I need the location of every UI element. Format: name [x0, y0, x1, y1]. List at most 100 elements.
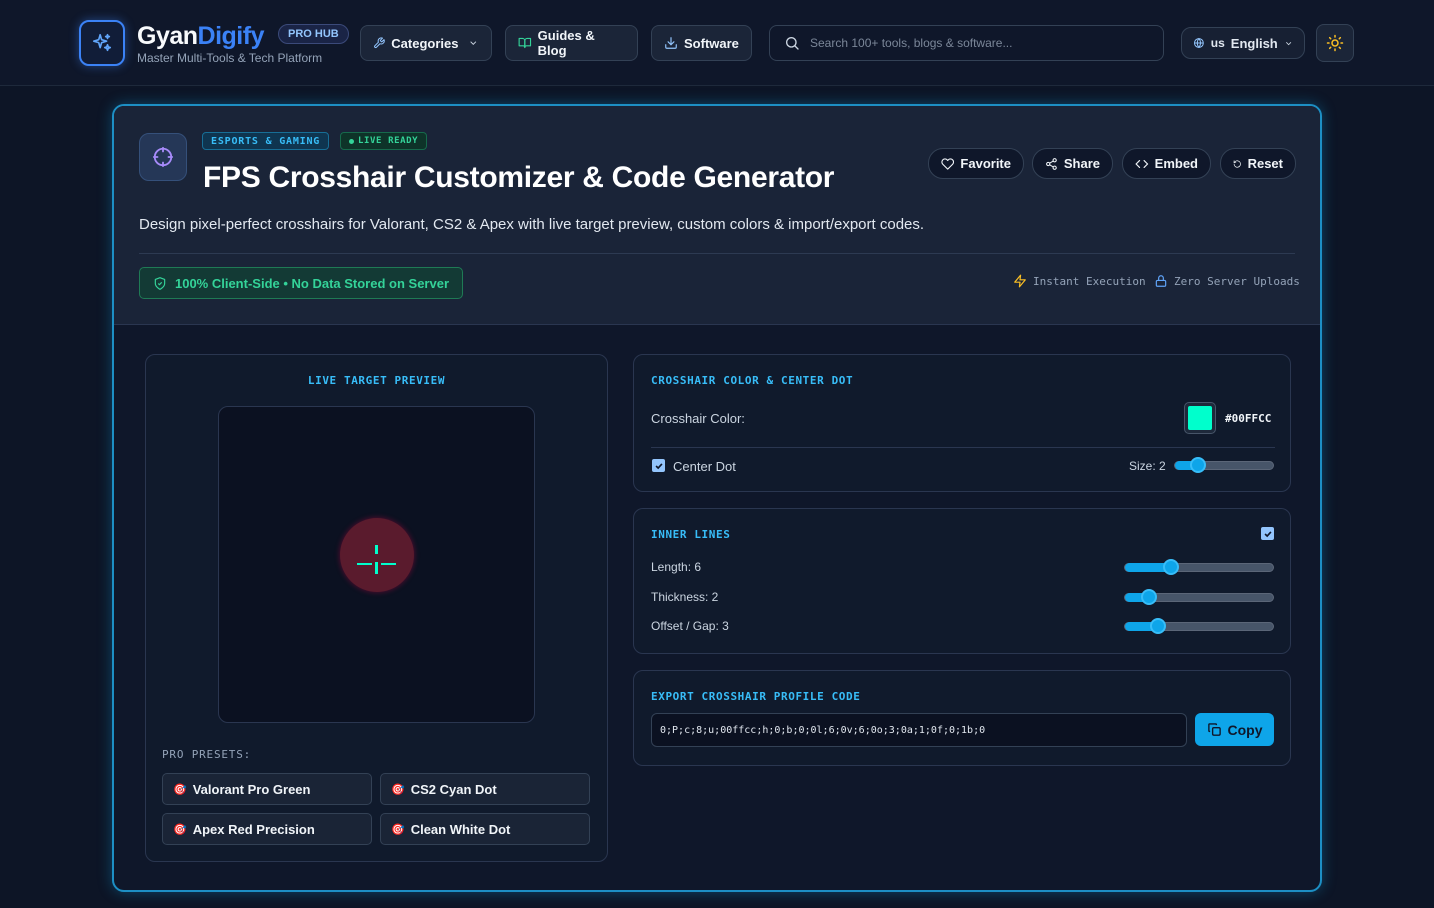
- preset-label: Clean White Dot: [410, 821, 511, 837]
- color-picker[interactable]: [1184, 402, 1216, 434]
- export-section-label: EXPORT CROSSHAIR PROFILE CODE: [651, 690, 861, 703]
- software-link[interactable]: Software: [651, 25, 752, 61]
- brand-tagline: Master Multi-Tools & Tech Platform: [137, 51, 323, 65]
- shield-check-icon: [154, 276, 166, 290]
- crosshair-center-dot: [375, 562, 378, 565]
- instant-execution-label: Instant Execution: [1033, 274, 1146, 288]
- client-side-badge: 100% Client-Side • No Data Stored on Ser…: [139, 267, 463, 299]
- rotate-ccw-icon: [1233, 159, 1241, 168]
- search-bar[interactable]: [769, 25, 1164, 61]
- share-button[interactable]: Share: [1032, 148, 1113, 179]
- slider-thumb[interactable]: [1190, 457, 1206, 473]
- offset-gap-slider[interactable]: [1124, 618, 1274, 634]
- guides-label: Guides & Blog: [537, 28, 595, 58]
- dot-size-slider[interactable]: [1174, 457, 1274, 473]
- preset-button[interactable]: 🎯 Apex Red Precision: [162, 813, 372, 845]
- theme-toggle-button[interactable]: [1316, 24, 1354, 62]
- sun-icon: [1326, 34, 1344, 52]
- search-icon: [786, 37, 799, 50]
- category-badge: ESPORTS & GAMING: [202, 132, 330, 150]
- logo[interactable]: [79, 20, 125, 66]
- download-icon: [665, 37, 677, 49]
- preview-section-label: LIVE TARGET PREVIEW: [307, 374, 446, 387]
- target-icon: 🎯: [391, 823, 405, 836]
- check-icon: [1263, 530, 1272, 537]
- color-hex-value: #00FFCC: [1225, 412, 1272, 425]
- live-ready-badge: LIVE READY: [340, 132, 428, 150]
- sparkles-icon: [92, 33, 112, 52]
- client-side-label: 100% Client-Side • No Data Stored on Ser…: [174, 275, 449, 291]
- crosshair-line-left: [357, 563, 372, 565]
- guides-blog-link[interactable]: Guides & Blog: [505, 25, 638, 61]
- slider-thumb[interactable]: [1163, 559, 1179, 575]
- crosshair-line-right: [381, 563, 396, 565]
- color-panel: CROSSHAIR COLOR & CENTER DOT Crosshair C…: [633, 354, 1291, 492]
- brand-name-part-2: Digify: [197, 22, 265, 50]
- copy-button[interactable]: Copy: [1195, 713, 1274, 746]
- language-selector[interactable]: us English: [1181, 27, 1305, 59]
- zap-icon: [1014, 274, 1026, 288]
- live-ready-label: LIVE READY: [358, 135, 419, 146]
- color-swatch: [1188, 406, 1212, 430]
- length-slider[interactable]: [1124, 559, 1274, 575]
- slider-thumb[interactable]: [1141, 589, 1157, 605]
- inner-lines-toggle-checkbox[interactable]: [1261, 527, 1274, 540]
- share-icon: [1046, 157, 1057, 170]
- code-icon: [1135, 159, 1149, 168]
- embed-label: Embed: [1154, 156, 1198, 171]
- center-dot-checkbox[interactable]: [652, 459, 665, 472]
- zero-uploads-meta: Zero Server Uploads: [1154, 274, 1300, 288]
- inner-lines-section-label: INNER LINES: [651, 528, 731, 541]
- thickness-slider[interactable]: [1124, 589, 1274, 605]
- target-icon: 🎯: [391, 783, 405, 796]
- book-icon: [518, 37, 532, 49]
- presets-label: PRO PRESETS:: [162, 748, 252, 761]
- target-dummy: [340, 518, 414, 592]
- crosshair-icon: [152, 146, 174, 168]
- target-preview-canvas: [218, 406, 535, 723]
- categories-label: Categories: [391, 35, 459, 51]
- color-section-label: CROSSHAIR COLOR & CENTER DOT: [651, 374, 854, 387]
- brand-name-part-1: Gyan: [137, 22, 198, 50]
- reset-button[interactable]: Reset: [1220, 148, 1296, 179]
- export-code-field[interactable]: 0;P;c;8;u;00ffcc;h;0;b;0;0l;6;0v;6;0o;3;…: [651, 713, 1187, 747]
- export-panel: EXPORT CROSSHAIR PROFILE CODE 0;P;c;8;u;…: [633, 670, 1291, 766]
- zero-uploads-label: Zero Server Uploads: [1174, 274, 1300, 288]
- embed-button[interactable]: Embed: [1122, 148, 1211, 179]
- slider-thumb[interactable]: [1150, 618, 1166, 634]
- target-icon: 🎯: [173, 823, 187, 836]
- globe-icon: [1193, 37, 1204, 49]
- categories-dropdown[interactable]: Categories: [360, 25, 492, 61]
- target-icon: 🎯: [173, 783, 187, 796]
- check-icon: [654, 462, 663, 469]
- pro-hub-badge: PRO HUB: [278, 24, 349, 44]
- reset-label: Reset: [1247, 156, 1283, 171]
- preset-label: Valorant Pro Green: [192, 781, 311, 797]
- preset-button[interactable]: 🎯 Valorant Pro Green: [162, 773, 372, 805]
- copy-icon: [1207, 723, 1221, 736]
- preset-button[interactable]: 🎯 CS2 Cyan Dot: [380, 773, 590, 805]
- lock-icon: [1155, 275, 1167, 287]
- instant-execution-meta: Instant Execution: [1013, 274, 1146, 288]
- wrench-icon: [374, 37, 385, 49]
- tool-description: Design pixel-perfect crosshairs for Valo…: [139, 216, 925, 233]
- thickness-label: Thickness: 2: [651, 590, 719, 604]
- heart-icon: [941, 157, 955, 170]
- tool-card: ESPORTS & GAMING LIVE READY FPS Crosshai…: [112, 104, 1322, 892]
- software-label: Software: [684, 35, 739, 51]
- dot-size-label: Size: 2: [1129, 459, 1166, 473]
- offset-gap-label: Offset / Gap: 3: [651, 619, 729, 633]
- crosshair-line-top: [375, 545, 378, 554]
- copy-label: Copy: [1227, 721, 1263, 738]
- share-label: Share: [1063, 156, 1100, 171]
- crosshair-line-bottom: [375, 565, 378, 574]
- preset-button[interactable]: 🎯 Clean White Dot: [380, 813, 590, 845]
- color-label: Crosshair Color:: [651, 411, 745, 426]
- status-dot: [349, 138, 354, 144]
- search-input[interactable]: [810, 36, 1130, 50]
- preview-panel: LIVE TARGET PREVIEW PRO PRESETS: 🎯 Valor…: [145, 354, 608, 862]
- favorite-button[interactable]: Favorite: [928, 148, 1024, 179]
- favorite-label: Favorite: [960, 156, 1011, 171]
- divider: [651, 447, 1275, 448]
- tool-header: ESPORTS & GAMING LIVE READY FPS Crosshai…: [114, 106, 1320, 325]
